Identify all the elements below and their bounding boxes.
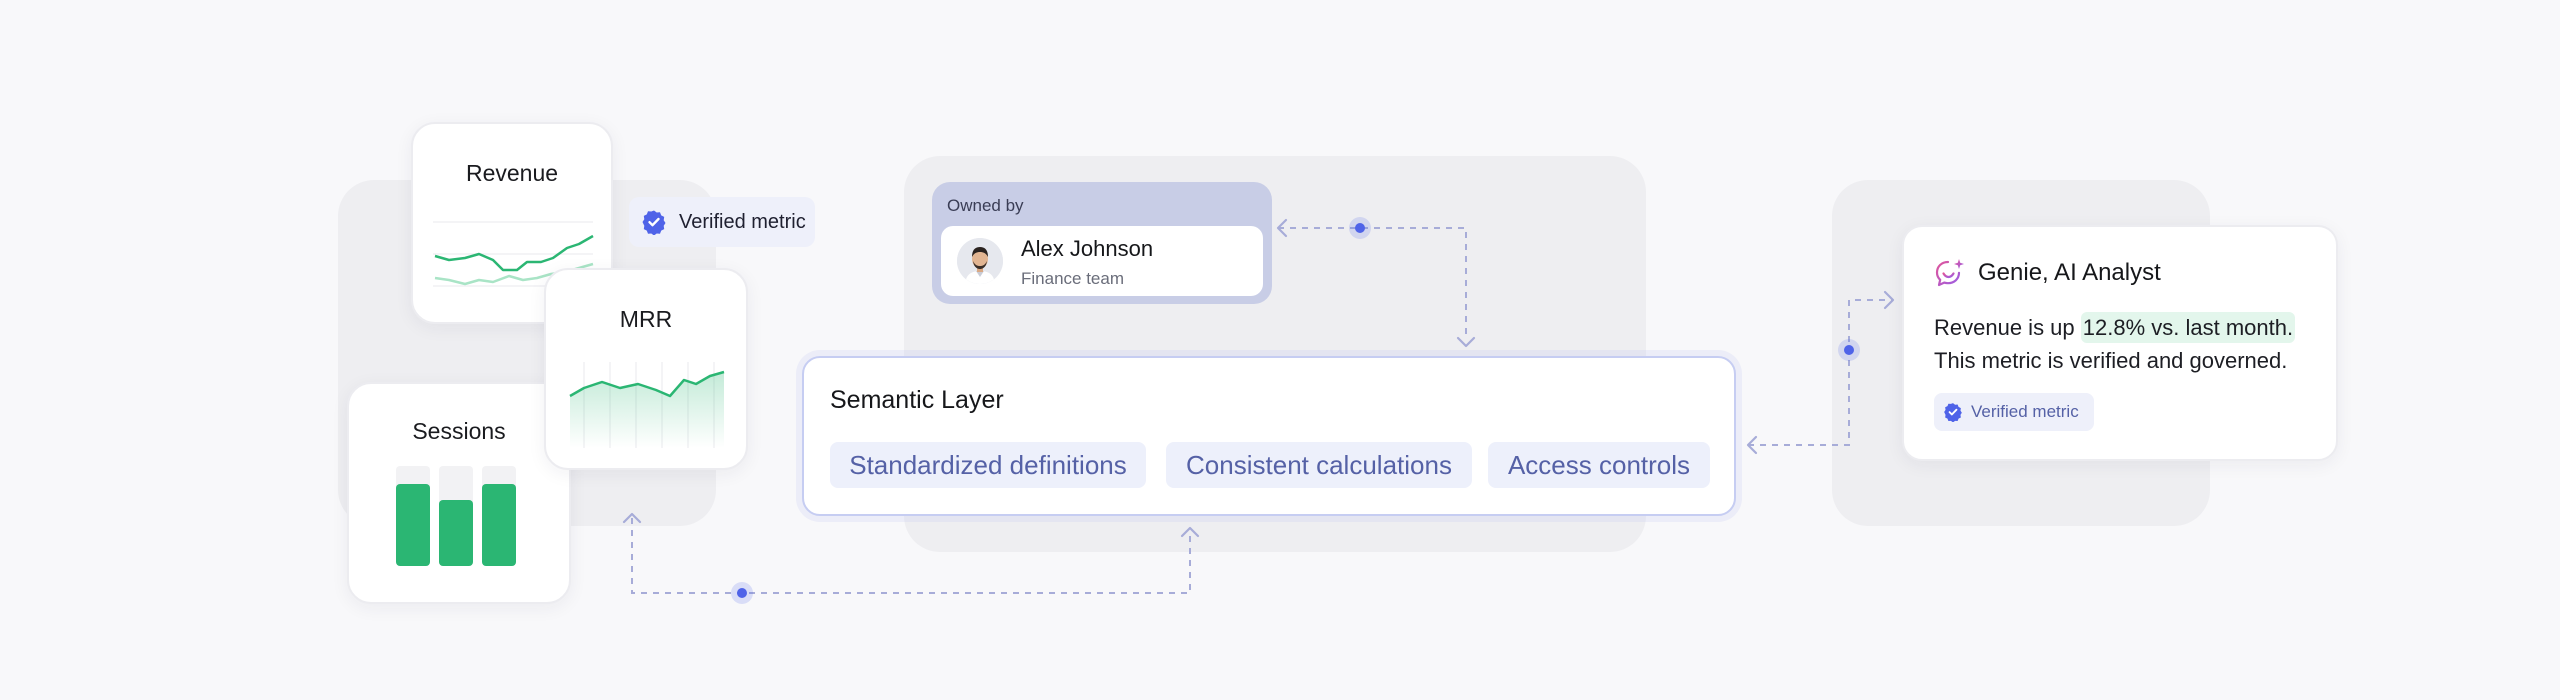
sessions-bar-3 [482, 484, 516, 566]
genie-header: Genie, AI Analyst [1934, 257, 2161, 289]
genie-message-line-1: Revenue is up 12.8% vs. last month. [1934, 312, 2296, 343]
genie-message-highlight: 12.8% vs. last month. [2080, 312, 2296, 343]
revenue-series-primary [434, 234, 594, 272]
semantic-layer-title: Semantic Layer [830, 386, 1004, 414]
check-badge-icon [642, 210, 666, 235]
connector-owner-to-semantic [1278, 227, 1467, 338]
chip-consistent-calculations[interactable]: Consistent calculations [1166, 442, 1472, 488]
arrow-head-semantic-bottom [1180, 526, 1200, 538]
sessions-bar-chart [396, 466, 516, 566]
owner-team: Finance team [1021, 269, 1124, 288]
genie-title: Genie, AI Analyst [1978, 259, 2161, 286]
mrr-card: MRR [544, 268, 748, 470]
semantic-layer-diagram: Revenue Verified metric Sessions MRR Own… [0, 0, 2560, 700]
check-badge-icon [1944, 403, 1962, 422]
verified-metric-label: Verified metric [679, 210, 806, 233]
arrow-head-genie [1883, 290, 1895, 310]
mrr-card-title: MRR [619, 306, 673, 332]
owner-caption: Owned by [947, 196, 1024, 215]
owner-card[interactable]: Alex Johnson Finance team [941, 226, 1263, 296]
arrow-head-semantic-top [1456, 336, 1476, 348]
semantic-layer-panel: Semantic Layer Standardized definitions … [802, 356, 1736, 516]
genie-message-line-2: This metric is verified and governed. [1934, 348, 2288, 373]
chip-access-controls[interactable]: Access controls [1488, 442, 1710, 488]
genie-verified-label: Verified metric [1971, 402, 2079, 421]
connector-semantic-to-genie [1748, 299, 1893, 446]
sparkle-chat-icon [1935, 259, 1964, 287]
genie-message-prefix: Revenue is up [1934, 315, 2081, 340]
avatar-icon [957, 238, 1003, 284]
chip-standardized-definitions[interactable]: Standardized definitions [830, 442, 1146, 488]
sessions-card: Sessions [347, 382, 571, 604]
owner-panel: Owned by Alex Johnson Finance team [932, 182, 1272, 304]
genie-verified-badge: Verified metric [1934, 393, 2094, 431]
verified-metric-pill: Verified metric [629, 197, 815, 247]
sessions-bar-1 [396, 484, 430, 566]
connector-cards-to-semantic [631, 518, 1191, 594]
sessions-card-title: Sessions [412, 418, 506, 444]
owner-name: Alex Johnson [1021, 236, 1154, 261]
revenue-card-title: Revenue [465, 160, 559, 186]
genie-analyst-card: Genie, AI Analyst Revenue is up 12.8% vs… [1902, 225, 2338, 461]
mrr-area-chart [569, 362, 725, 448]
sessions-bar-2 [439, 500, 473, 566]
